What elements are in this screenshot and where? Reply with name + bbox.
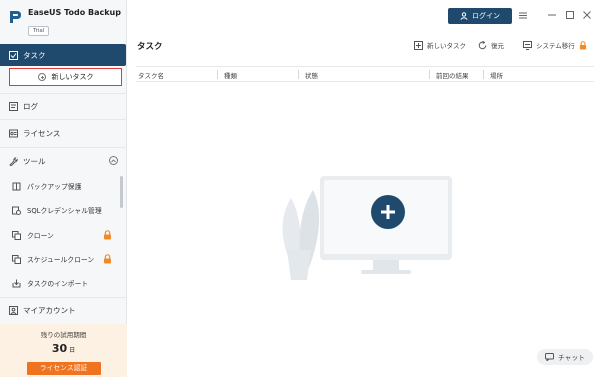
new-task-label: 新しいタスク bbox=[51, 73, 94, 81]
maximize-icon[interactable] bbox=[564, 9, 576, 21]
minimize-icon[interactable] bbox=[546, 9, 558, 21]
shield-icon bbox=[12, 182, 21, 191]
trial-days-value: 30 bbox=[51, 342, 68, 355]
task-icon bbox=[8, 50, 18, 60]
divider bbox=[0, 93, 127, 94]
sidebar-item-my-account[interactable]: マイアカウント bbox=[0, 299, 127, 321]
new-task-button[interactable]: 新しいタスク bbox=[9, 68, 122, 86]
app-name: EaseUS Todo Backup bbox=[28, 8, 121, 17]
sidebar-item-tools[interactable]: ツール bbox=[0, 150, 127, 172]
license-activation-button[interactable]: ライセンス認証 bbox=[26, 362, 101, 375]
sidebar-item-license[interactable]: ライセンス bbox=[0, 122, 127, 144]
divider bbox=[0, 119, 127, 120]
clone-icon bbox=[12, 230, 21, 240]
tool-item-clone[interactable]: クローン bbox=[0, 225, 120, 245]
empty-task-illustration bbox=[282, 176, 452, 280]
tool-item-label: クローン bbox=[27, 232, 54, 240]
divider bbox=[0, 147, 127, 148]
toolbar-system-transfer-label: システム移行 bbox=[536, 42, 575, 50]
sidebar-item-label: ログ bbox=[23, 101, 38, 111]
trial-days-unit: 日 bbox=[69, 347, 76, 354]
log-icon bbox=[8, 101, 18, 111]
collapse-icon[interactable] bbox=[109, 156, 118, 165]
restore-icon bbox=[478, 40, 487, 49]
sidebar-item-label: タスク bbox=[23, 50, 46, 60]
tool-item-import-task[interactable]: タスクのインポート bbox=[0, 273, 120, 293]
tool-item-label: パックアップ保護 bbox=[27, 183, 82, 191]
toolbar-system-transfer-button[interactable]: システム移行 bbox=[523, 38, 591, 52]
trial-panel: 残りの試用期間 30 日 ライセンス認証 bbox=[0, 324, 127, 377]
chat-button[interactable]: チャット bbox=[537, 349, 593, 365]
app-logo-icon bbox=[10, 11, 21, 23]
sidebar: EaseUS Todo Backup Trial タスク 新しいタスク ログ ラ… bbox=[0, 0, 127, 377]
main-panel: ログイン タスク 新しいタスク 復元 システム移行 タスク名 種類 状態 前回の… bbox=[128, 0, 600, 377]
tool-item-schedule-clone[interactable]: スケジュールクローン bbox=[0, 249, 120, 269]
chat-icon bbox=[544, 353, 554, 361]
column-separator[interactable] bbox=[429, 70, 430, 79]
login-button[interactable]: ログイン bbox=[448, 8, 512, 24]
sidebar-item-log[interactable]: ログ bbox=[0, 95, 127, 117]
sidebar-scrollbar[interactable] bbox=[120, 176, 123, 208]
toolbar-new-task-button[interactable]: 新しいタスク bbox=[414, 38, 466, 52]
sidebar-item-label: ツール bbox=[23, 156, 46, 166]
edition-badge: Trial bbox=[28, 26, 50, 36]
tool-item-backup-protection[interactable]: パックアップ保護 bbox=[0, 176, 120, 196]
toolbar-restore-label: 復元 bbox=[491, 42, 504, 50]
wrench-icon bbox=[8, 156, 18, 166]
lock-icon bbox=[104, 254, 111, 264]
add-task-icon[interactable] bbox=[371, 195, 405, 229]
add-circle-icon bbox=[37, 73, 46, 81]
column-separator[interactable] bbox=[217, 70, 218, 79]
user-icon bbox=[460, 12, 468, 20]
column-header-type[interactable]: 種類 bbox=[224, 70, 237, 80]
toolbar-new-task-label: 新しいタスク bbox=[427, 42, 466, 50]
schedule-clone-icon bbox=[12, 254, 21, 264]
column-header-last-result[interactable]: 前回の結果 bbox=[436, 70, 469, 80]
column-header-status[interactable]: 状態 bbox=[305, 70, 318, 80]
account-icon bbox=[8, 305, 18, 315]
trial-remaining-label: 残りの試用期間 bbox=[40, 331, 87, 339]
page-title: タスク bbox=[137, 42, 163, 52]
close-icon[interactable] bbox=[581, 9, 593, 21]
tool-item-label: スケジュールクローン bbox=[27, 256, 95, 264]
column-header-location[interactable]: 場所 bbox=[490, 70, 503, 80]
license-icon bbox=[8, 128, 18, 138]
database-icon bbox=[12, 206, 21, 215]
system-transfer-icon bbox=[523, 40, 532, 50]
task-table-header: タスク名 種類 状態 前回の結果 場所 bbox=[136, 66, 594, 82]
sidebar-item-task[interactable]: タスク bbox=[0, 44, 126, 66]
tool-item-sql-credentials[interactable]: SQLクレデンシャル管理 bbox=[0, 200, 120, 220]
column-separator[interactable] bbox=[483, 70, 484, 79]
divider bbox=[0, 297, 127, 298]
import-icon bbox=[12, 279, 21, 288]
add-box-icon bbox=[414, 40, 423, 50]
trial-days: 30 日 bbox=[0, 342, 127, 355]
login-label: ログイン bbox=[472, 12, 500, 20]
column-header-task-name[interactable]: タスク名 bbox=[138, 70, 164, 80]
sidebar-item-label: ライセンス bbox=[23, 128, 61, 138]
app-window: EaseUS Todo Backup Trial タスク 新しいタスク ログ ラ… bbox=[0, 0, 600, 377]
sidebar-item-label: マイアカウント bbox=[23, 305, 76, 315]
tool-item-label: SQLクレデンシャル管理 bbox=[27, 207, 102, 215]
brand: EaseUS Todo Backup Trial bbox=[8, 8, 121, 36]
column-separator[interactable] bbox=[298, 70, 299, 79]
lock-icon bbox=[579, 40, 586, 49]
chat-label: チャット bbox=[557, 354, 586, 362]
menu-icon[interactable] bbox=[517, 9, 529, 21]
tool-item-label: タスクのインポート bbox=[27, 280, 89, 288]
lock-icon bbox=[104, 230, 111, 240]
toolbar-restore-button[interactable]: 復元 bbox=[478, 38, 504, 52]
